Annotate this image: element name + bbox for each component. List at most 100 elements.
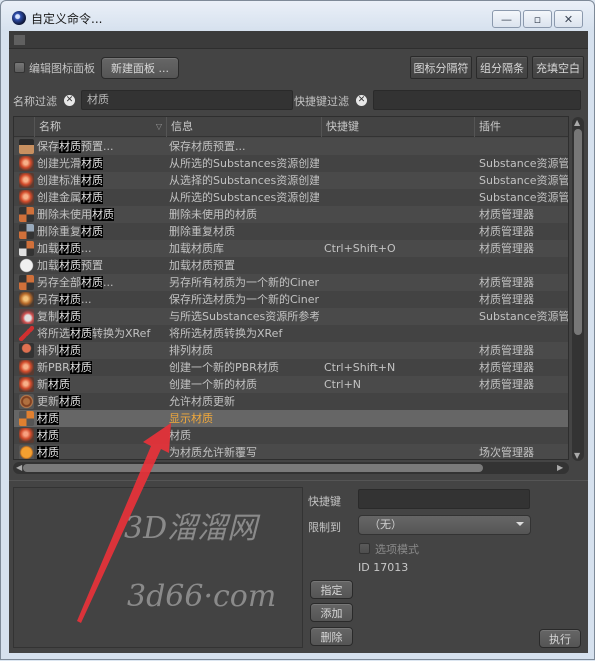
assign-button[interactable]: 指定 — [310, 580, 353, 599]
scroll-left-icon[interactable]: ◀ — [16, 463, 22, 472]
command-shortcut — [324, 342, 474, 359]
column-header-shortcut[interactable]: 快捷键 — [321, 117, 474, 137]
table-row[interactable]: 创建标准材质从选择的Substances资源创建标Substance资源管理器 — [14, 172, 568, 189]
command-name-prefix: 删除未使用 — [37, 208, 92, 221]
command-name-match: 材质 — [81, 157, 103, 170]
close-button[interactable]: ✕ — [554, 10, 583, 28]
remove-button[interactable]: 删除 — [310, 627, 353, 646]
table-row[interactable]: 加载材质预置 加载材质预置 — [14, 257, 568, 274]
add-button[interactable]: 添加 — [310, 603, 353, 622]
minimize-icon: — — [501, 12, 512, 26]
command-plugin: Substance资源管理器 — [479, 174, 569, 187]
table-row[interactable]: 删除重复材质 删除重复材质 材质管理器 — [14, 223, 568, 240]
command-shortcut — [324, 274, 474, 291]
table-row[interactable]: 保存材质预置... 保存材质预置... — [14, 138, 568, 155]
restrict-to-value: （无） — [369, 518, 402, 531]
table-row[interactable]: 排列材质 排列材质 材质管理器 — [14, 342, 568, 359]
command-name: 删除未使用材质 — [37, 206, 164, 223]
command-plugin: Substance资源管理器 — [479, 310, 569, 323]
command-info: 保存材质预置... — [169, 140, 246, 153]
vertical-scroll-thumb[interactable] — [574, 129, 582, 335]
table-row[interactable]: 创建光滑材质从所选的Substances资源创建光Substance资源管理器 — [14, 155, 568, 172]
group-separator-button[interactable]: 组分隔条 — [476, 56, 528, 79]
vertical-scrollbar[interactable]: ▲ ▼ — [572, 117, 584, 461]
option-mode-label: 选项模式 — [375, 543, 419, 556]
command-info: 删除未使用的材质 — [169, 208, 257, 221]
scroll-up-icon[interactable]: ▲ — [574, 118, 580, 127]
table-row[interactable]: 复制材质与所选Substances资源所参考的Substance资源管理器 — [14, 308, 568, 325]
scroll-right-icon[interactable]: ▶ — [557, 463, 563, 472]
command-name-match: 材质 — [59, 242, 81, 255]
command-name-suffix: ... — [103, 276, 114, 289]
save-material-as-icon — [19, 292, 34, 307]
table-row[interactable]: 另存材质... 保存所选材质为一个新的Cinema 材质管理器 — [14, 291, 568, 308]
name-filter-input[interactable]: 材质 — [81, 90, 293, 110]
command-name-prefix: 创建光滑 — [37, 157, 81, 170]
shortcut-filter-input[interactable] — [373, 90, 581, 110]
command-info: 为材质允许新覆写 — [169, 446, 257, 459]
table-row[interactable]: 删除未使用材质 删除未使用的材质 材质管理器 — [14, 206, 568, 223]
option-mode-checkbox[interactable] — [359, 543, 370, 554]
table-row[interactable]: 加载材质... 加载材质库 Ctrl+Shift+O 材质管理器 — [14, 240, 568, 257]
table-row[interactable]: 创建金属材质从所选的Substances资源创建金Substance资源管理器 — [14, 189, 568, 206]
material-tag-icon — [19, 428, 34, 443]
table-row[interactable]: 新材质 创建一个新的材质 Ctrl+N 材质管理器 — [14, 376, 568, 393]
fill-space-button[interactable]: 充填空白 — [532, 56, 584, 79]
maximize-button[interactable]: ▫ — [523, 10, 552, 28]
command-name: 加载材质... — [37, 240, 164, 257]
command-plugin: Substance资源管理器 — [479, 157, 569, 170]
column-header-info[interactable]: 信息 — [166, 117, 321, 137]
command-name-prefix: 另存全部 — [37, 276, 81, 289]
create-material-icon — [19, 156, 34, 171]
restrict-to-dropdown[interactable]: （无） — [358, 515, 531, 535]
command-name-prefix: 加载 — [37, 259, 59, 272]
clear-shortcut-filter-icon[interactable]: ✕ — [356, 95, 367, 106]
command-plugin: 材质管理器 — [479, 378, 534, 391]
command-name-suffix: ... — [81, 242, 92, 255]
table-row[interactable]: 另存全部材质... 另存所有材质为一个新的Cinema 材质管理器 — [14, 274, 568, 291]
command-name-suffix: 预置 — [81, 259, 103, 272]
table-row[interactable]: 将所选材质转换为XRef 将所选材质转换为XRef — [14, 325, 568, 342]
new-palette-button[interactable]: 新建面板 ... — [101, 57, 179, 79]
save-all-materials-icon — [19, 275, 34, 290]
table-row[interactable]: 材质 为材质允许新覆写 场次管理器 — [14, 444, 568, 459]
table-row[interactable]: 新PBR材质 创建一个新的PBR材质 Ctrl+Shift+N 材质管理器 — [14, 359, 568, 376]
command-name: 排列材质 — [37, 342, 164, 359]
table-row[interactable]: 更新材质 允许材质更新 — [14, 393, 568, 410]
maximize-icon: ▫ — [533, 12, 542, 26]
shortcut-input[interactable] — [358, 489, 530, 509]
horizontal-scroll-thumb[interactable] — [23, 464, 483, 472]
command-name-match: 材质 — [70, 327, 92, 340]
drag-grip-icon[interactable] — [14, 35, 25, 45]
command-name-match: 材质 — [81, 174, 103, 187]
new-material-icon — [19, 377, 34, 392]
command-plugin — [479, 427, 568, 444]
dialog-window: 自定义命令... — ▫ ✕ 编辑图标面板 新建面板 ... 图标分隔符 组分隔… — [0, 0, 595, 660]
command-name-prefix: 保存 — [37, 140, 59, 153]
command-name: 创建金属材质 — [37, 189, 164, 206]
title-bar[interactable]: 自定义命令... — ▫ ✕ — [1, 1, 594, 31]
command-name-match: 材质 — [37, 446, 59, 459]
command-shortcut: Ctrl+Shift+O — [324, 242, 396, 255]
command-info: 显示材质 — [169, 412, 213, 425]
command-info: 与所选Substances资源所参考的 — [169, 310, 319, 323]
clear-name-filter-icon[interactable]: ✕ — [64, 95, 75, 106]
edit-icon-palette-checkbox[interactable] — [14, 62, 25, 73]
create-material-icon — [19, 173, 34, 188]
command-info: 创建一个新的材质 — [169, 378, 257, 391]
scroll-down-icon[interactable]: ▼ — [574, 451, 580, 460]
table-row[interactable]: 材质 显示材质 — [14, 410, 568, 427]
command-name: 更新材质 — [37, 393, 164, 410]
command-name-prefix: 排列 — [37, 344, 59, 357]
watermark-line1: 3D溜溜网 — [124, 511, 258, 546]
column-header-plugin[interactable]: 插件 — [474, 117, 568, 137]
icon-separator-button[interactable]: 图标分隔符 — [410, 56, 472, 79]
column-header-name[interactable]: 名称 ▽ — [34, 117, 166, 137]
minimize-button[interactable]: — — [492, 10, 521, 28]
command-info: 保存所选材质为一个新的Cinema — [169, 293, 319, 306]
table-row[interactable]: 材质 材质 — [14, 427, 568, 444]
execute-button[interactable]: 执行 — [539, 629, 581, 648]
command-plugin — [479, 138, 568, 155]
command-id: ID 17013 — [358, 561, 409, 574]
horizontal-scrollbar[interactable]: ◀ ▶ — [13, 462, 569, 474]
